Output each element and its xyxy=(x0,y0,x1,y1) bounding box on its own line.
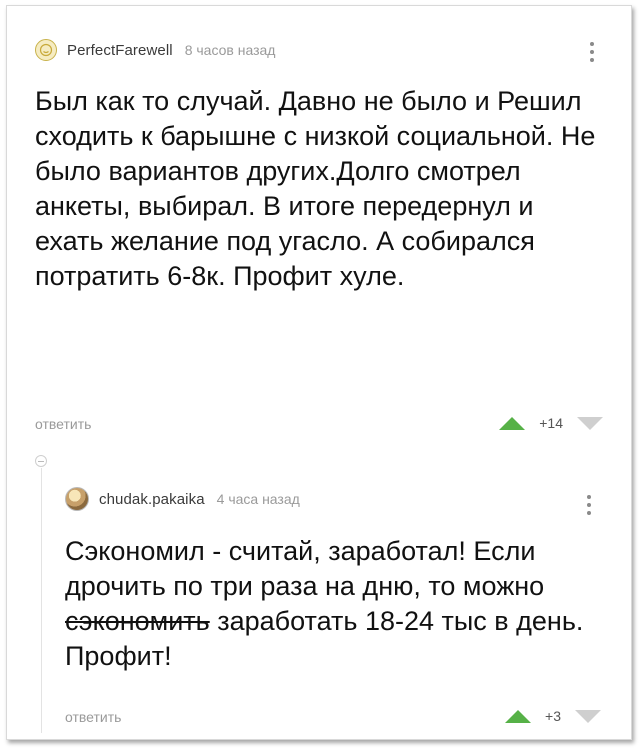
comment-text: Сэкономил - считай, заработал! Если дроч… xyxy=(65,534,610,674)
more-vertical-icon[interactable] xyxy=(587,495,593,515)
arrow-down-icon[interactable] xyxy=(577,416,603,430)
more-vertical-icon[interactable] xyxy=(590,42,596,62)
avatar[interactable] xyxy=(65,487,89,511)
comment-1: PerfectFarewell 8 часов назад Был как то… xyxy=(7,6,631,446)
comment-2: chudak.pakaika 4 часа назад Сэкономил - … xyxy=(7,446,631,739)
comment-header: chudak.pakaika 4 часа назад xyxy=(65,487,300,511)
comments-panel: PerfectFarewell 8 часов назад Был как то… xyxy=(6,5,632,740)
timestamp: 8 часов назад xyxy=(184,42,276,58)
vote-controls: +14 xyxy=(499,415,603,431)
comment-text-part: Сэкономил - считай, заработал! Если дроч… xyxy=(65,536,545,601)
reply-button[interactable]: ответить xyxy=(35,416,91,432)
arrow-up-icon[interactable] xyxy=(505,709,532,723)
username[interactable]: PerfectFarewell xyxy=(67,42,173,59)
arrow-up-icon[interactable] xyxy=(499,416,526,430)
user-avatar-icon xyxy=(39,43,53,57)
comment-text: Был как то случай. Давно не было и Решил… xyxy=(35,86,596,291)
username[interactable]: chudak.pakaika xyxy=(99,491,205,508)
comment-header: PerfectFarewell 8 часов назад xyxy=(35,39,275,61)
vote-controls: +3 xyxy=(505,708,601,724)
reply-button[interactable]: ответить xyxy=(65,709,121,725)
score: +3 xyxy=(545,708,561,724)
avatar[interactable] xyxy=(35,39,57,61)
timestamp: 4 часа назад xyxy=(216,491,300,507)
arrow-down-icon[interactable] xyxy=(575,709,601,723)
score: +14 xyxy=(539,415,563,431)
strikethrough-text: сэкономить xyxy=(65,606,210,636)
